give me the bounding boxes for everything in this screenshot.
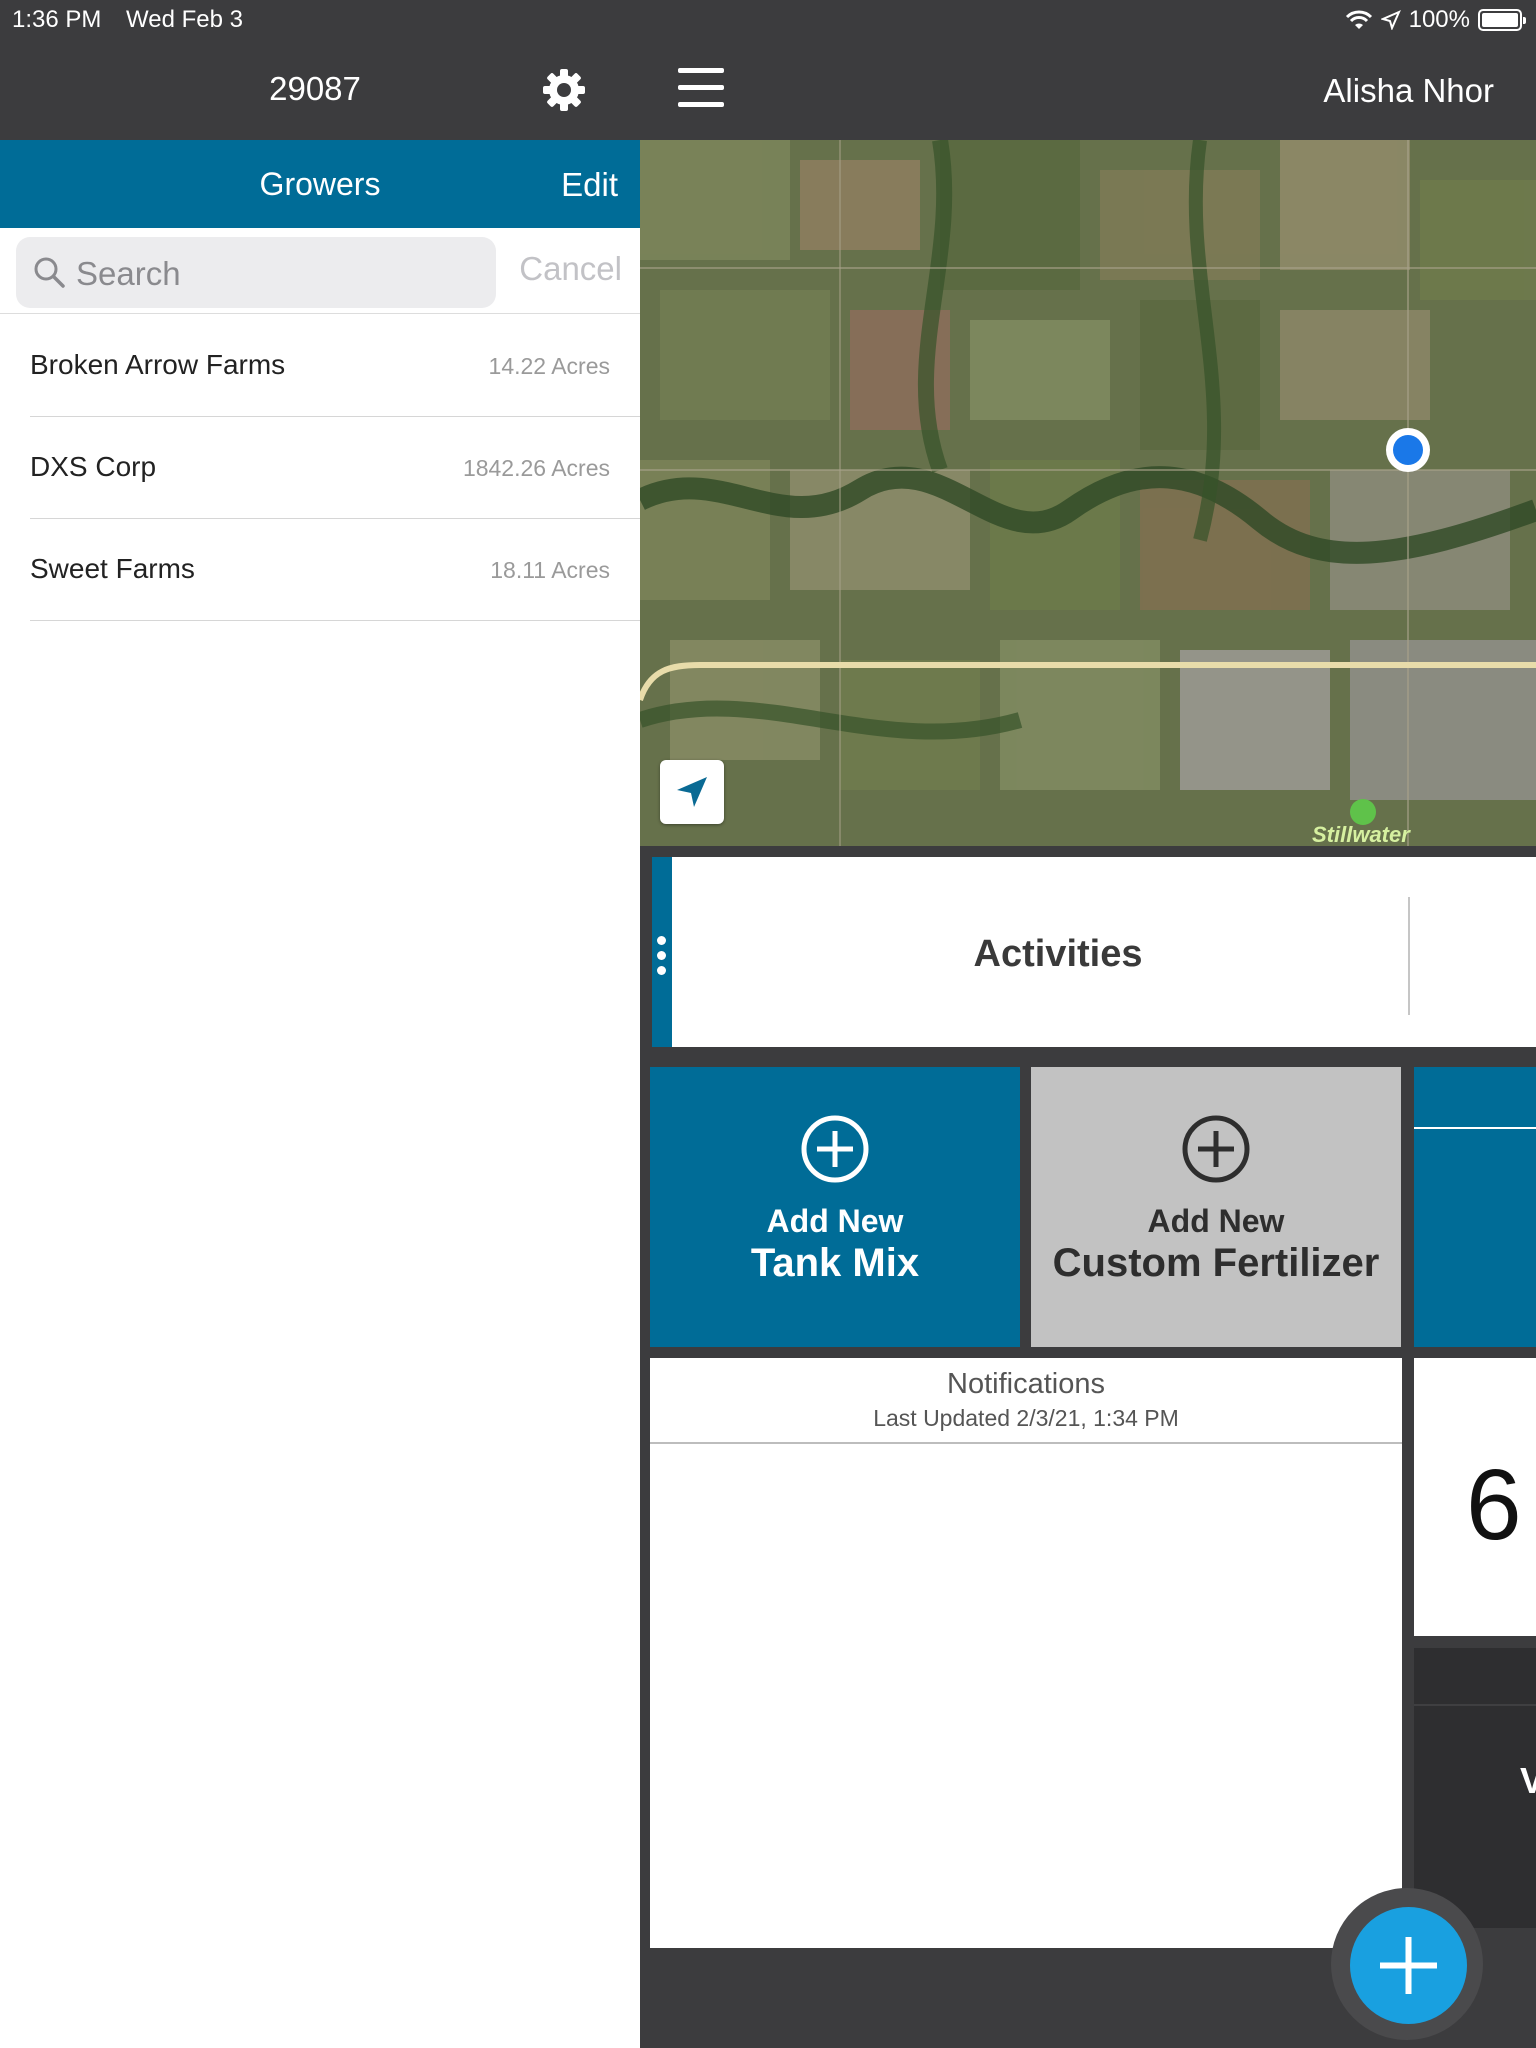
account-number: 29087 <box>269 70 361 107</box>
navigation-arrow-icon <box>677 777 707 807</box>
partial-dark-card[interactable]: V <box>1414 1648 1536 1928</box>
map-imagery <box>640 140 1536 846</box>
add-tank-mix-button[interactable]: Add New Tank Mix <box>650 1067 1020 1347</box>
drag-handle[interactable] <box>652 857 672 1047</box>
add-custom-fertilizer-button[interactable]: Add New Custom Fertilizer <box>1031 1067 1401 1347</box>
grower-row[interactable]: Broken Arrow Farms 14.22 Acres <box>30 315 640 417</box>
grower-name: DXS Corp <box>30 451 157 482</box>
tile-divider <box>1414 1127 1536 1129</box>
tile-line2: Tank Mix <box>750 1241 920 1285</box>
grower-name: Sweet Farms <box>30 553 195 584</box>
status-date: Wed Feb 3 <box>126 6 243 33</box>
status-time: 1:36 PM <box>12 6 102 33</box>
tile-line2: Custom Fertilizer <box>1052 1241 1380 1285</box>
edit-button[interactable]: Edit <box>561 166 618 204</box>
grower-row[interactable]: DXS Corp 1842.26 Acres <box>30 417 640 519</box>
search-row: Search Cancel <box>0 228 640 314</box>
main-nav-bar: Alisha Nhor <box>640 40 1536 140</box>
gear-icon[interactable] <box>540 66 588 114</box>
map-place-label: Stillwater <box>1312 822 1410 846</box>
grower-acres: 18.11 Acres <box>490 557 610 583</box>
grower-acres: 1842.26 Acres <box>462 455 610 481</box>
partial-stat-card[interactable]: 6 <box>1414 1358 1536 1636</box>
card-letter: V <box>1520 1760 1536 1801</box>
battery-icon <box>1478 9 1526 31</box>
notifications-last-updated: Last Updated 2/3/21, 1:34 PM <box>873 1405 1179 1431</box>
satellite-map[interactable]: Stillwater <box>640 140 1536 846</box>
notifications-card[interactable]: Notifications Last Updated 2/3/21, 1:34 … <box>650 1358 1402 1948</box>
divider <box>1408 897 1410 1015</box>
search-icon <box>34 257 65 288</box>
search-input[interactable]: Search <box>16 237 496 308</box>
status-bar: 1:36 PM Wed Feb 3 100% <box>0 0 1536 40</box>
activities-label: Activities <box>973 933 1143 975</box>
cancel-button[interactable]: Cancel <box>519 250 622 288</box>
plus-icon <box>1380 1937 1437 1994</box>
activities-card[interactable]: Activities <box>652 857 1536 1047</box>
tile-line1: Add New <box>1147 1203 1285 1239</box>
plus-circle-icon <box>1182 1115 1250 1183</box>
search-placeholder: Search <box>76 255 181 292</box>
grower-name: Broken Arrow Farms <box>30 349 286 380</box>
more-dots-icon <box>657 936 666 981</box>
growers-panel: Search Cancel Broken Arrow Farms 14.22 A… <box>0 228 640 2048</box>
growers-header: Growers Edit <box>0 140 640 228</box>
menu-icon[interactable] <box>678 68 724 108</box>
status-right: 100% <box>1345 6 1526 34</box>
add-floating-button[interactable] <box>1350 1907 1467 2024</box>
card-divider <box>1414 1704 1536 1706</box>
plus-circle-icon <box>801 1115 869 1183</box>
stat-value: 6 <box>1466 1449 1522 1561</box>
user-name[interactable]: Alisha Nhor <box>1323 72 1494 110</box>
growers-title: Growers <box>259 166 381 202</box>
grower-row[interactable]: Sweet Farms 18.11 Acres <box>30 519 640 621</box>
location-arrow-icon <box>1380 10 1401 30</box>
tile-line1: Add New <box>766 1203 904 1239</box>
wifi-icon <box>1345 10 1372 29</box>
notifications-title: Notifications <box>947 1368 1105 1400</box>
grower-acres: 14.22 Acres <box>488 353 610 379</box>
battery-percent: 100% <box>1408 6 1470 33</box>
recenter-location-button[interactable] <box>660 760 724 824</box>
partial-tile[interactable] <box>1414 1067 1536 1347</box>
notifications-header: Notifications Last Updated 2/3/21, 1:34 … <box>650 1358 1402 1444</box>
